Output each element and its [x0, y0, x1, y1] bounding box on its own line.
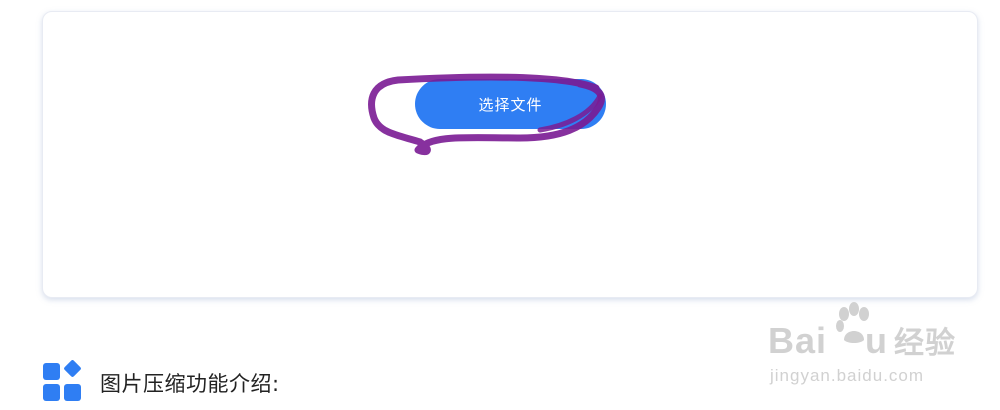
- page: 选择文件 图片压缩功能介绍: Bai u 经验 jingyan.baidu.com: [0, 0, 1000, 410]
- watermark-brand: Bai u 经验: [768, 320, 957, 361]
- apps-grid-icon: [42, 359, 84, 404]
- watermark-url: jingyan.baidu.com: [770, 366, 925, 385]
- feature-section-heading: 图片压缩功能介绍:: [42, 359, 280, 405]
- watermark: Bai u 经验 jingyan.baidu.com: [768, 300, 1000, 410]
- paw-icon: [836, 302, 869, 343]
- section-title: 图片压缩功能介绍:: [100, 372, 280, 396]
- choose-file-button[interactable]: 选择文件: [415, 79, 606, 129]
- upload-card: [42, 11, 978, 298]
